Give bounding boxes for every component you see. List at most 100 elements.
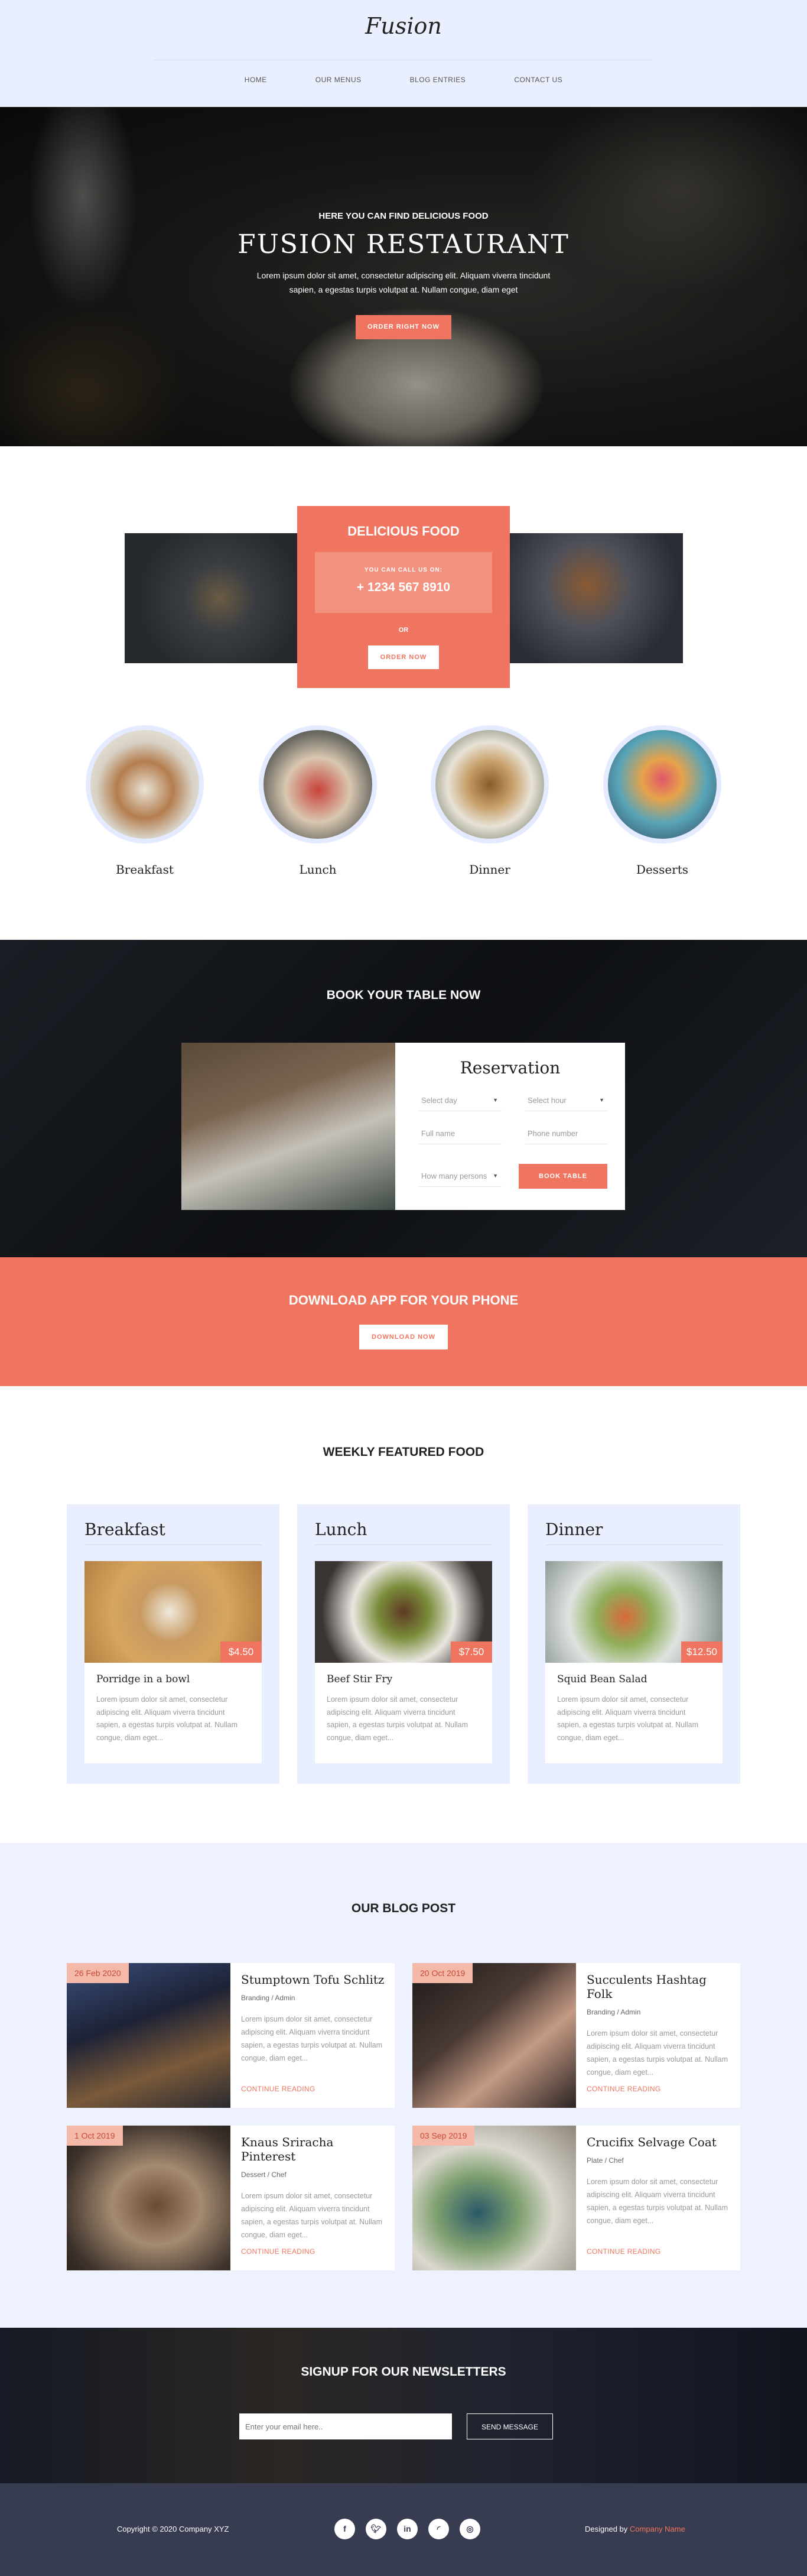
blog-post-date: 03 Sep 2019 xyxy=(412,2126,475,2146)
featured-dish-name[interactable]: Beef Stir Fry xyxy=(327,1673,480,1685)
designer-link[interactable]: Company Name xyxy=(630,2525,685,2533)
delicious-card: DELICIOUS FOOD YOU CAN CALL US ON: + 123… xyxy=(297,506,510,688)
blog-post-photo[interactable] xyxy=(67,2126,230,2270)
featured-body: Beef Stir Fry Lorem ipsum dolor sit amet… xyxy=(315,1663,492,1763)
blog-post-title[interactable]: Succulents Hashtag Folk xyxy=(587,1972,734,2001)
download-now-button[interactable]: DOWNLOAD NOW xyxy=(359,1325,448,1349)
blog-post: 20 Oct 2019 Succulents Hashtag Folk Bran… xyxy=(412,1963,740,2108)
lunch-image xyxy=(259,725,377,843)
delicious-photo-left xyxy=(125,533,298,663)
featured-body: Squid Bean Salad Lorem ipsum dolor sit a… xyxy=(545,1663,723,1763)
chevron-down-icon: ▼ xyxy=(493,1173,498,1179)
full-name-placeholder: Full name xyxy=(421,1129,455,1138)
blog-post-text: Lorem ipsum dolor sit amet, consectetur … xyxy=(241,2015,383,2062)
hero-text: Lorem ipsum dolor sit amet, consectetur … xyxy=(256,271,551,294)
dinner-image xyxy=(431,725,549,843)
phone-number[interactable]: + 1234 567 8910 xyxy=(315,580,492,595)
facebook-icon[interactable]: f xyxy=(334,2519,355,2539)
meal-desserts[interactable]: Desserts xyxy=(603,725,721,877)
hero-title: FUSION RESTAURANT xyxy=(237,229,570,259)
linkedin-icon[interactable]: in xyxy=(397,2519,418,2539)
blog-post-body: Crucifix Selvage Coat Plate / Chef Lorem… xyxy=(587,2126,734,2256)
continue-reading-link[interactable]: CONTINUE READING xyxy=(587,2085,660,2093)
brand-logo[interactable]: Fusion xyxy=(0,13,807,39)
select-day-dropdown[interactable]: Select day ▼ xyxy=(419,1090,502,1111)
full-name-field[interactable]: Full name xyxy=(419,1123,502,1144)
breakfast-image xyxy=(86,725,204,843)
featured-category: Dinner xyxy=(545,1520,603,1539)
nav-blog-entries[interactable]: BLOG ENTRIES xyxy=(410,76,466,84)
blog-post-meta: Plate / Chef xyxy=(587,2156,624,2165)
featured-card-lunch: Lunch $7.50 Beef Stir Fry Lorem ipsum do… xyxy=(297,1504,510,1784)
copyright-text: Copyright © 2020 Company XYZ xyxy=(117,2525,229,2533)
reservation-photo xyxy=(181,1043,395,1210)
meal-label: Breakfast xyxy=(116,862,174,877)
meal-label: Desserts xyxy=(636,862,689,877)
blog-post-date: 26 Feb 2020 xyxy=(67,1963,129,1983)
newsletter-email-input[interactable] xyxy=(239,2413,452,2439)
featured-text: Lorem ipsum dolor sit amet, consectetur … xyxy=(327,1695,468,1742)
price-badge: $12.50 xyxy=(681,1641,723,1663)
blog-post-photo[interactable] xyxy=(412,1963,576,2108)
meal-dinner[interactable]: Dinner xyxy=(431,725,549,877)
send-message-button[interactable]: SEND MESSAGE xyxy=(467,2413,553,2439)
continue-reading-link[interactable]: CONTINUE READING xyxy=(241,2247,315,2256)
blog-post-photo[interactable] xyxy=(412,2126,576,2270)
download-title: DOWNLOAD APP FOR YOUR PHONE xyxy=(288,1293,519,1308)
blog-post-meta: Branding / Admin xyxy=(587,2008,641,2016)
book-table-button[interactable]: BOOK TABLE xyxy=(519,1164,607,1189)
order-now-button[interactable]: ORDER NOW xyxy=(368,645,439,669)
select-hour-value: Select hour xyxy=(528,1096,567,1105)
featured-category: Lunch xyxy=(315,1520,367,1539)
featured-category: Breakfast xyxy=(84,1520,165,1539)
twitter-icon[interactable]: 🐦︎ xyxy=(366,2519,386,2539)
blog-post-title[interactable]: Stumptown Tofu Schlitz xyxy=(241,1972,389,1987)
continue-reading-link[interactable]: CONTINUE READING xyxy=(587,2247,660,2256)
blog-title: OUR BLOG POST xyxy=(351,1902,456,1915)
delicious-photo-right xyxy=(509,533,683,663)
meal-lunch[interactable]: Lunch xyxy=(259,725,377,877)
featured-card-breakfast: Breakfast $4.50 Porridge in a bowl Lorem… xyxy=(67,1504,279,1784)
weekly-featured-section: WEEKLY FEATURED FOOD Breakfast $4.50 Por… xyxy=(0,1386,807,1843)
featured-dish-name[interactable]: Squid Bean Salad xyxy=(557,1673,711,1685)
phone-number-placeholder: Phone number xyxy=(528,1129,578,1138)
phone-number-field[interactable]: Phone number xyxy=(525,1123,608,1144)
reservation-form: Reservation Select day ▼ Select hour ▼ F… xyxy=(395,1043,625,1210)
blog-post-title[interactable]: Knaus Sriracha Pinterest xyxy=(241,2135,389,2163)
meal-breakfast[interactable]: Breakfast xyxy=(86,725,204,877)
blog-section: OUR BLOG POST 26 Feb 2020 Stumptown Tofu… xyxy=(0,1843,807,2328)
blog-post: 1 Oct 2019 Knaus Sriracha Pinterest Dess… xyxy=(67,2126,395,2270)
featured-dish-name[interactable]: Porridge in a bowl xyxy=(96,1673,250,1685)
nav-contact-us[interactable]: CONTACT US xyxy=(514,76,562,84)
select-hour-dropdown[interactable]: Select hour ▼ xyxy=(525,1090,608,1111)
dribbble-icon[interactable]: ◎ xyxy=(460,2519,480,2539)
blog-post-text: Lorem ipsum dolor sit amet, consectetur … xyxy=(241,2192,383,2239)
blog-post-body: Succulents Hashtag Folk Branding / Admin… xyxy=(587,1963,734,2093)
order-right-now-button[interactable]: ORDER RIGHT NOW xyxy=(356,315,451,339)
hero-subtitle: HERE YOU CAN FIND DELICIOUS FOOD xyxy=(318,211,489,221)
chevron-down-icon: ▼ xyxy=(493,1097,498,1103)
nav-our-menus[interactable]: OUR MENUS xyxy=(315,76,362,84)
meal-label: Dinner xyxy=(469,862,510,877)
book-title: BOOK YOUR TABLE NOW xyxy=(326,988,481,1002)
nav-home[interactable]: HOME xyxy=(245,76,267,84)
persons-value: How many persons xyxy=(421,1172,487,1180)
persons-dropdown[interactable]: How many persons ▼ xyxy=(419,1166,502,1187)
main-nav: HOME OUR MENUS BLOG ENTRIES CONTACT US xyxy=(0,76,807,84)
blog-post-text: Lorem ipsum dolor sit amet, consectetur … xyxy=(587,2178,728,2225)
blog-post-text: Lorem ipsum dolor sit amet, consectetur … xyxy=(587,2029,728,2077)
rss-icon[interactable]: ◜ xyxy=(428,2519,449,2539)
newsletter-title: SIGNUP FOR OUR NEWSLETTERS xyxy=(301,2365,506,2379)
blog-post: 03 Sep 2019 Crucifix Selvage Coat Plate … xyxy=(412,2126,740,2270)
blog-post-title[interactable]: Crucifix Selvage Coat xyxy=(587,2135,734,2149)
continue-reading-link[interactable]: CONTINUE READING xyxy=(241,2085,315,2093)
delicious-title: DELICIOUS FOOD xyxy=(347,524,460,538)
reservation-title: Reservation xyxy=(460,1058,561,1078)
social-links: f 🐦︎ in ◜ ◎ xyxy=(334,2519,480,2539)
book-table-section: BOOK YOUR TABLE NOW Reservation Select d… xyxy=(0,940,807,1257)
hero-section: HERE YOU CAN FIND DELICIOUS FOOD FUSION … xyxy=(0,107,807,446)
blog-post-body: Knaus Sriracha Pinterest Dessert / Chef … xyxy=(241,2126,389,2256)
meal-label: Lunch xyxy=(299,862,337,877)
featured-text: Lorem ipsum dolor sit amet, consectetur … xyxy=(557,1695,699,1742)
blog-post-photo[interactable] xyxy=(67,1963,230,2108)
